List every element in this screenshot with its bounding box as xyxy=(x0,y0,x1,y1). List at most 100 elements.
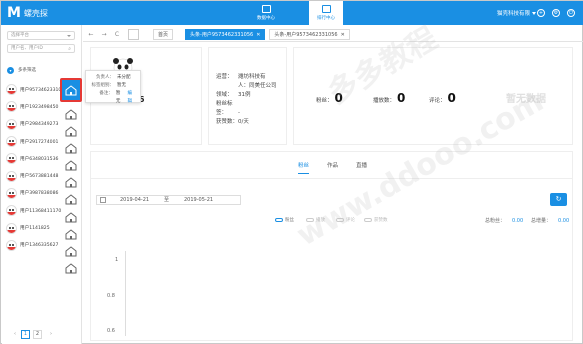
stat-value: 0 xyxy=(397,91,406,105)
avatar xyxy=(6,239,17,251)
user-name: 用户95734623310 xyxy=(20,87,62,93)
tab-user[interactable]: 头条-用户9573462331056 ✕ xyxy=(269,29,350,40)
home-icon xyxy=(65,109,77,120)
list-item[interactable]: 用户3987838086 xyxy=(6,185,66,202)
info-value: 0/天 xyxy=(238,119,249,125)
list-item[interactable]: 用户6348031536 xyxy=(6,150,66,167)
list-item[interactable]: 用户11368411170 xyxy=(6,202,66,219)
y-tick: 0.6 xyxy=(107,328,115,334)
calendar-icon xyxy=(100,197,106,203)
list-item[interactable]: 用户2984349273 xyxy=(6,116,66,133)
list-item[interactable]: 用户1346335627 xyxy=(6,237,66,254)
tab-user-active[interactable]: 头条-用户9573462331056 ✕ xyxy=(185,29,266,40)
user-home-button[interactable] xyxy=(65,126,77,137)
info-row: 获赞数：0/天 xyxy=(216,118,277,127)
user-search-input[interactable]: 用户名、用户ID ⌕ xyxy=(7,44,75,53)
list-item[interactable]: 用户1923498450 xyxy=(6,98,66,115)
back-button[interactable]: ← xyxy=(86,31,96,38)
pager-page-1[interactable]: 1 xyxy=(21,329,30,339)
user-home-button[interactable] xyxy=(65,229,77,240)
stat-plays: 播放数： 0 xyxy=(373,91,405,105)
tab-label: 头条-用户9573462331056 xyxy=(274,32,338,38)
metric-total-growth: 总增量： 0.00 xyxy=(531,217,569,224)
pager-next[interactable]: › xyxy=(48,331,54,337)
user-home-button[interactable] xyxy=(65,143,77,154)
tab-label: 头条-用户9573462331056 xyxy=(190,32,254,38)
user-home-button-highlighted[interactable] xyxy=(61,79,81,101)
edit-note-link[interactable]: 编辑 xyxy=(127,90,136,104)
pagination: ‹ 1 2 › xyxy=(6,329,82,339)
app-logo[interactable]: M 螺壳探 xyxy=(7,5,48,21)
subtab-fans[interactable]: 粉丝 xyxy=(298,161,310,174)
chevron-down-icon xyxy=(532,12,537,15)
popup-key: 负责人： xyxy=(96,75,114,80)
app-title: 螺壳探 xyxy=(23,8,48,18)
home-icon xyxy=(65,160,77,171)
subtab-works[interactable]: 作品 xyxy=(327,161,338,169)
refresh-button[interactable]: ↻ xyxy=(550,193,567,206)
info-row: 领域： 31例 xyxy=(216,91,277,100)
avatar xyxy=(6,118,17,130)
subtab-live[interactable]: 直播 xyxy=(356,161,367,169)
nav-data-center[interactable]: 数据中心 xyxy=(249,1,283,25)
user-home-button[interactable] xyxy=(65,194,77,205)
multi-filter-label: 多条筛选 xyxy=(18,68,36,73)
metric-value: 0.00 xyxy=(512,218,524,224)
refresh-button[interactable]: C xyxy=(112,31,122,38)
info-key: 获赞数： xyxy=(216,119,239,125)
metric-label: 总粉丝： xyxy=(485,218,506,224)
list-item[interactable]: 用户95734623310 xyxy=(6,81,66,98)
user-name: 用户2984349273 xyxy=(20,122,59,128)
pager-prev[interactable]: ‹ xyxy=(12,331,18,337)
user-home-button[interactable] xyxy=(65,246,77,257)
divider xyxy=(91,178,573,179)
list-item[interactable]: 用户1141825 xyxy=(6,219,66,236)
info-key: 粉丝标签： xyxy=(216,101,233,116)
user-home-button[interactable] xyxy=(65,109,77,120)
user-name: 用户1141825 xyxy=(20,226,50,232)
tab-label: 首页 xyxy=(158,32,169,38)
home-icon xyxy=(65,85,77,96)
avatar xyxy=(6,170,17,182)
tab-bar: ← → C 首页 头条-用户9573462331056 ✕ 头条-用户957346… xyxy=(83,28,583,42)
platform-select-placeholder: 选择平台 xyxy=(11,33,29,38)
plus-icon[interactable]: + xyxy=(537,9,545,17)
popup-key: 标签组别： xyxy=(91,83,115,88)
close-icon[interactable]: ✕ xyxy=(256,32,260,38)
user-name: 用户1923498450 xyxy=(20,104,59,110)
close-icon[interactable]: ✕ xyxy=(341,32,345,38)
settings-icon[interactable]: ⚙ xyxy=(552,9,560,17)
home-icon xyxy=(65,126,77,137)
tab-home[interactable]: 首页 xyxy=(153,29,174,40)
info-value: - xyxy=(238,110,240,116)
power-icon[interactable]: ⏻ xyxy=(567,9,575,17)
user-home-button[interactable] xyxy=(65,263,77,274)
info-value: 人：同美任公司 xyxy=(238,83,277,89)
user-home-button[interactable] xyxy=(65,160,77,171)
top-bar: M 螺壳探 数据中心 排行中心 猫壳科技有限 + ⚙ ⏻ xyxy=(1,1,583,25)
info-row: 人：同美任公司 xyxy=(216,82,277,91)
company-switcher[interactable]: 猫壳科技有限 xyxy=(497,9,537,17)
user-home-button[interactable] xyxy=(65,212,77,223)
multi-filter-toggle[interactable]: ▾ 多条筛选 xyxy=(7,65,82,75)
platform-select[interactable]: 选择平台 xyxy=(7,31,75,40)
date-range-picker[interactable]: 2019-04-21 至 2019-05-21 xyxy=(96,195,241,205)
date-separator: 至 xyxy=(164,197,170,203)
nav-rank-center-label: 排行中心 xyxy=(317,16,335,21)
popup-key: 备注： xyxy=(99,91,113,96)
info-key: 领域： xyxy=(216,92,233,98)
nav-rank-center[interactable]: 排行中心 xyxy=(309,1,343,25)
avatar xyxy=(6,153,17,165)
home-icon[interactable] xyxy=(128,29,139,40)
metric-value: 0.00 xyxy=(558,218,570,224)
logo-mark: M xyxy=(7,5,21,21)
pager-page-2[interactable]: 2 xyxy=(33,329,42,339)
popup-value: 暂无 xyxy=(115,91,121,104)
list-item[interactable]: 用户2917274001 xyxy=(6,133,66,150)
list-item[interactable]: 用户5673881448 xyxy=(6,167,66,184)
forward-button[interactable]: → xyxy=(99,31,109,38)
user-name: 用户3987838086 xyxy=(20,191,59,197)
popup-value: 未分配 xyxy=(117,75,131,80)
nav-data-center-label: 数据中心 xyxy=(257,16,275,21)
user-home-button[interactable] xyxy=(65,177,77,188)
